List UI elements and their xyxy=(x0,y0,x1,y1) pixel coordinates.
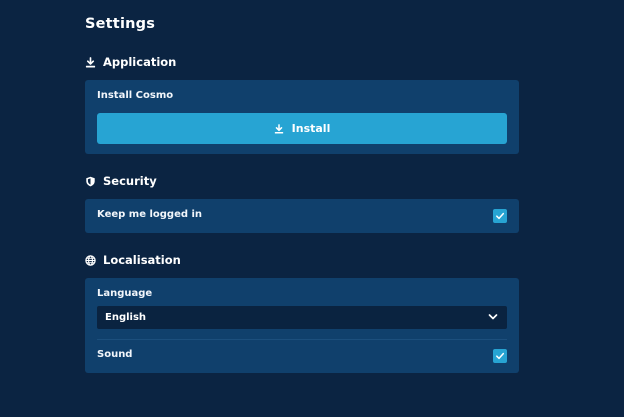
security-card: Keep me logged in xyxy=(85,199,519,233)
language-value: English xyxy=(105,312,147,323)
keep-logged-in-label: Keep me logged in xyxy=(97,209,203,220)
localisation-section-header: Localisation xyxy=(85,252,181,268)
localisation-card: Language English Sound xyxy=(85,278,519,373)
check-icon xyxy=(496,212,505,220)
install-button[interactable]: Install xyxy=(97,113,507,144)
application-card: Install Cosmo Install xyxy=(85,80,519,154)
security-section-header: Security xyxy=(85,173,157,189)
shield-icon xyxy=(85,176,96,187)
localisation-heading: Localisation xyxy=(103,253,181,267)
application-heading: Application xyxy=(103,55,177,69)
language-label: Language xyxy=(97,288,153,299)
chevron-down-icon xyxy=(488,313,498,324)
install-cosmo-label: Install Cosmo xyxy=(97,90,174,101)
download-icon xyxy=(274,123,284,134)
language-select[interactable]: English xyxy=(97,306,507,329)
install-button-label: Install xyxy=(291,122,331,135)
download-icon xyxy=(85,56,96,68)
application-section-header: Application xyxy=(85,54,176,70)
sound-label: Sound xyxy=(97,349,133,360)
security-heading: Security xyxy=(103,174,157,188)
check-icon xyxy=(496,352,505,360)
keep-logged-in-checkbox[interactable] xyxy=(493,209,507,223)
sound-checkbox[interactable] xyxy=(493,349,507,363)
divider xyxy=(97,339,507,340)
globe-icon xyxy=(85,254,96,266)
page-title: Settings xyxy=(85,16,156,32)
